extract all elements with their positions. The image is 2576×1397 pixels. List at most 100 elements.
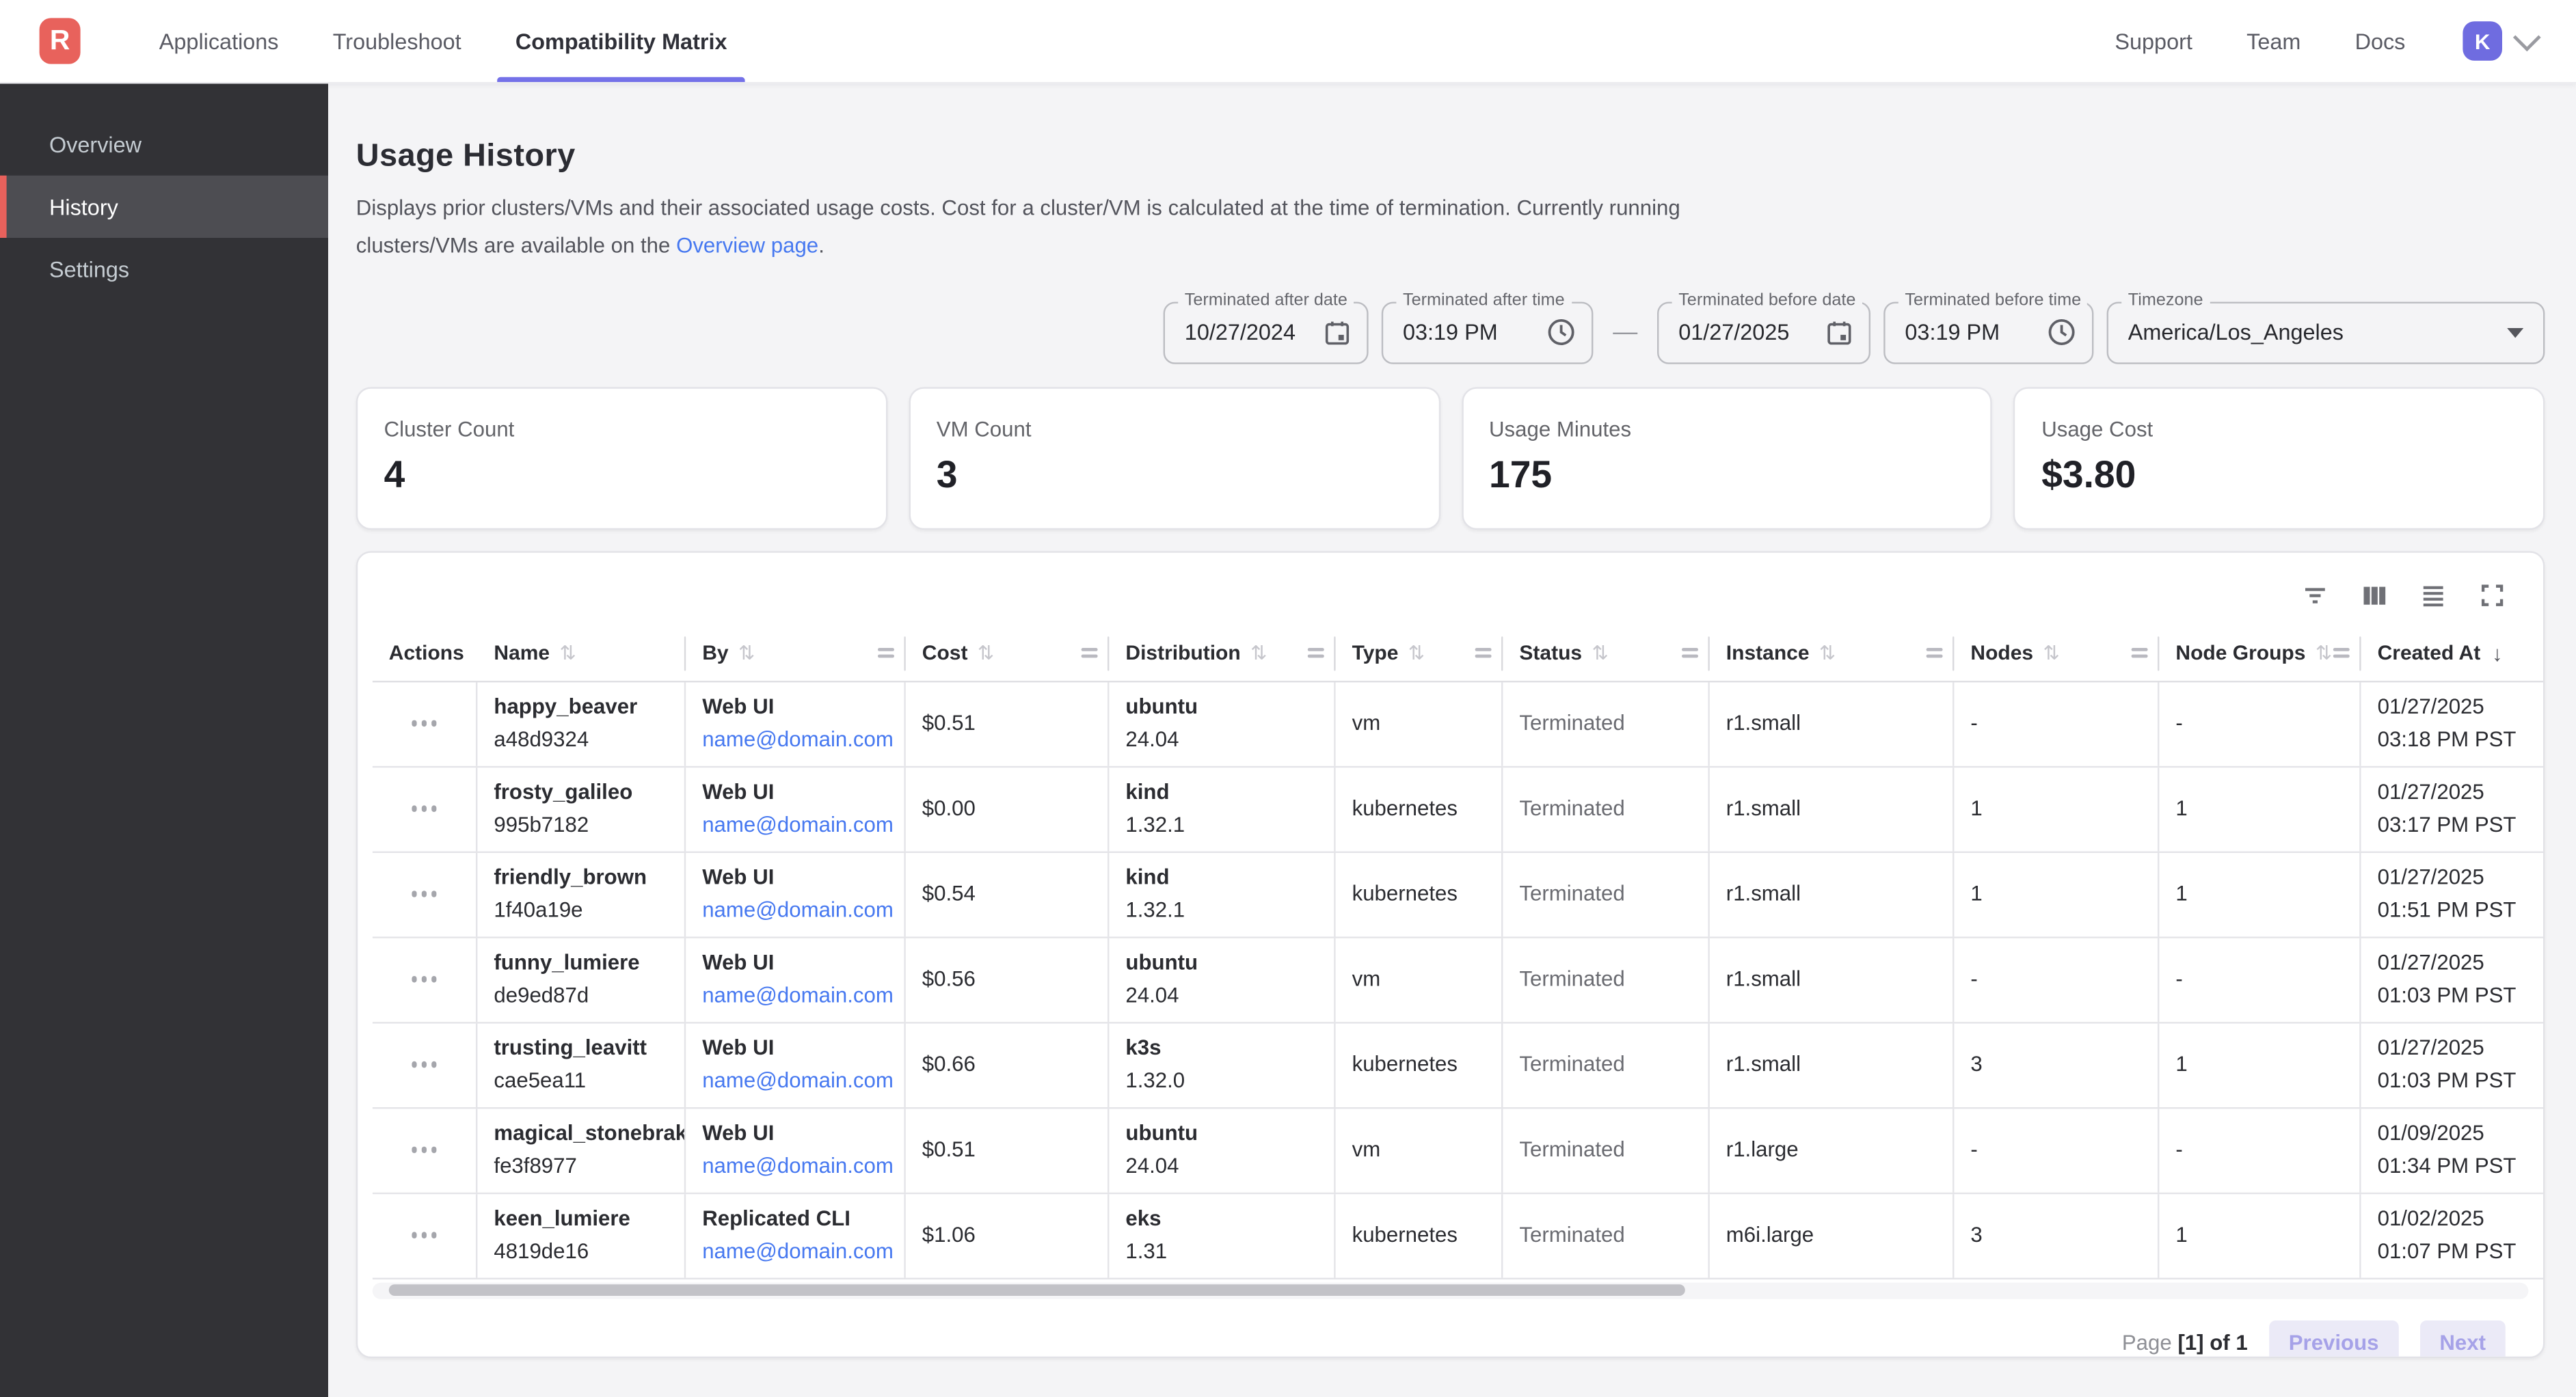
- cluster-name: funny_lumiere: [494, 947, 667, 979]
- sort-icon[interactable]: ⇅: [1408, 641, 1425, 664]
- fullscreen-icon[interactable]: [2478, 581, 2507, 610]
- created-by-source: Replicated CLI: [702, 1202, 887, 1235]
- sort-icon[interactable]: ⇅: [738, 641, 755, 664]
- cluster-id: 4819de16: [494, 1235, 667, 1268]
- cluster-name: friendly_brown: [494, 861, 667, 894]
- terminated-before-date-field[interactable]: Terminated before date 01/27/2025: [1657, 301, 1870, 363]
- avatar: K: [2463, 21, 2502, 61]
- table-row: keen_lumiere 4819de16 Replicated CLI nam…: [373, 1193, 2543, 1279]
- created-by-email-link[interactable]: name@domain.com: [702, 1150, 887, 1182]
- terminated-after-time-label: Terminated after time: [1396, 290, 1571, 310]
- sort-icon[interactable]: ⇅: [2043, 641, 2059, 664]
- column-menu-icon[interactable]: [1927, 647, 1943, 658]
- nav-compatibility-matrix[interactable]: Compatibility Matrix: [497, 0, 744, 82]
- top-right-nav: Support Team Docs K: [2115, 21, 2576, 61]
- sort-icon[interactable]: ⇅: [2316, 641, 2332, 664]
- column-header-nodes[interactable]: Nodes⇅: [1954, 626, 2159, 680]
- cluster-name: happy_beaver: [494, 690, 667, 723]
- created-by-email-link[interactable]: name@domain.com: [702, 809, 887, 841]
- account-menu[interactable]: K: [2463, 21, 2533, 61]
- replicated-logo[interactable]: R: [40, 18, 81, 64]
- column-header-name[interactable]: Name⇅: [477, 626, 686, 680]
- next-page-button[interactable]: Next: [2420, 1320, 2506, 1357]
- nav-team[interactable]: Team: [2246, 29, 2300, 53]
- node-groups-count: -: [2175, 1133, 2343, 1166]
- column-menu-icon[interactable]: [878, 647, 894, 658]
- row-status-cell: Terminated: [1503, 767, 1709, 850]
- previous-page-button[interactable]: Previous: [2269, 1320, 2398, 1357]
- timezone-select[interactable]: Timezone America/Los_Angeles: [2107, 301, 2545, 363]
- column-menu-icon[interactable]: [2132, 647, 2148, 658]
- pagination: Page [1] of 1 Previous Next: [358, 1299, 2543, 1357]
- sort-desc-icon[interactable]: ↓: [2492, 640, 2503, 665]
- created-by-email-link[interactable]: name@domain.com: [702, 1065, 887, 1098]
- column-header-node-groups[interactable]: Node Groups⇅: [2159, 626, 2361, 680]
- row-status-cell: Terminated: [1503, 1193, 1709, 1277]
- nav-applications[interactable]: Applications: [141, 0, 297, 82]
- column-header-distribution[interactable]: Distribution⇅: [1109, 626, 1335, 680]
- created-by-email-link[interactable]: name@domain.com: [702, 979, 887, 1012]
- instance-type: r1.small: [1726, 1048, 1936, 1081]
- created-by-email-link[interactable]: name@domain.com: [702, 894, 887, 927]
- terminated-after-time-field[interactable]: Terminated after time 03:19 PM: [1382, 301, 1594, 363]
- column-menu-icon[interactable]: [2333, 647, 2350, 658]
- filter-icon[interactable]: [2300, 581, 2330, 610]
- sort-icon[interactable]: ⇅: [1819, 641, 1836, 664]
- type-value: kubernetes: [1352, 1048, 1485, 1081]
- sort-icon[interactable]: ⇅: [1592, 641, 1608, 664]
- logo-letter: R: [50, 25, 70, 57]
- row-actions-kebab-icon[interactable]: [405, 800, 442, 818]
- row-actions-kebab-icon[interactable]: [405, 714, 442, 733]
- row-actions-kebab-icon[interactable]: [405, 1226, 442, 1245]
- overview-page-link[interactable]: Overview page: [676, 232, 818, 257]
- sort-icon[interactable]: ⇅: [1250, 641, 1267, 664]
- column-header-type[interactable]: Type⇅: [1336, 626, 1503, 680]
- cluster-name: frosty_galileo: [494, 776, 667, 809]
- column-menu-icon[interactable]: [1082, 647, 1098, 658]
- column-header-cost[interactable]: Cost⇅: [906, 626, 1110, 680]
- columns-icon[interactable]: [2359, 581, 2389, 610]
- nav-docs[interactable]: Docs: [2355, 29, 2406, 53]
- nav-support[interactable]: Support: [2115, 29, 2192, 53]
- sidebar-item-settings[interactable]: Settings: [0, 238, 328, 300]
- column-header-created-at[interactable]: Created At↓: [2361, 626, 2543, 680]
- row-actions-kebab-icon[interactable]: [405, 970, 442, 988]
- cluster-id: de9ed87d: [494, 979, 667, 1012]
- sort-icon[interactable]: ⇅: [978, 641, 994, 664]
- horizontal-scrollbar-track[interactable]: [373, 1282, 2529, 1299]
- calendar-icon[interactable]: [1322, 317, 1352, 347]
- created-by-email-link[interactable]: name@domain.com: [702, 723, 887, 756]
- column-menu-icon[interactable]: [1308, 647, 1324, 658]
- row-actions-cell: [373, 1022, 478, 1106]
- column-label: Actions: [389, 641, 464, 664]
- row-actions-kebab-icon[interactable]: [405, 1055, 442, 1074]
- column-menu-icon[interactable]: [1475, 647, 1492, 658]
- created-date: 01/27/2025: [2378, 776, 2543, 809]
- distribution-name: ubuntu: [1125, 947, 1317, 979]
- date-range-dash: —: [1613, 318, 1637, 347]
- nav-troubleshoot[interactable]: Troubleshoot: [314, 0, 479, 82]
- sidebar-item-history[interactable]: History: [0, 176, 328, 238]
- sidebar-item-overview[interactable]: Overview: [0, 113, 328, 176]
- column-header-by[interactable]: By⇅: [686, 626, 906, 680]
- column-header-status[interactable]: Status⇅: [1503, 626, 1709, 680]
- sort-icon[interactable]: ⇅: [560, 641, 576, 664]
- row-actions-kebab-icon[interactable]: [405, 1141, 442, 1159]
- horizontal-scrollbar-thumb[interactable]: [389, 1284, 1685, 1296]
- density-icon[interactable]: [2419, 581, 2448, 610]
- column-menu-icon[interactable]: [1682, 647, 1698, 658]
- distribution-name: kind: [1125, 776, 1317, 809]
- terminated-before-time-field[interactable]: Terminated before time 03:19 PM: [1883, 301, 2093, 363]
- clock-icon[interactable]: [1546, 316, 1577, 348]
- column-header-instance[interactable]: Instance⇅: [1710, 626, 1955, 680]
- usage-history-table-card: Actions Name⇅ By⇅ Cost⇅ Distribution⇅ Ty…: [356, 550, 2545, 1357]
- terminated-before-time-label: Terminated before time: [1899, 290, 2088, 310]
- cluster-id: 1f40a19e: [494, 894, 667, 927]
- calendar-icon[interactable]: [1825, 317, 1854, 347]
- row-actions-kebab-icon[interactable]: [405, 885, 442, 904]
- created-by-email-link[interactable]: name@domain.com: [702, 1235, 887, 1268]
- description-line1: Displays prior clusters/VMs and their as…: [356, 195, 1680, 220]
- cluster-id: 995b7182: [494, 809, 667, 841]
- terminated-after-date-field[interactable]: Terminated after date 10/27/2024: [1164, 301, 1369, 363]
- clock-icon[interactable]: [2046, 316, 2078, 348]
